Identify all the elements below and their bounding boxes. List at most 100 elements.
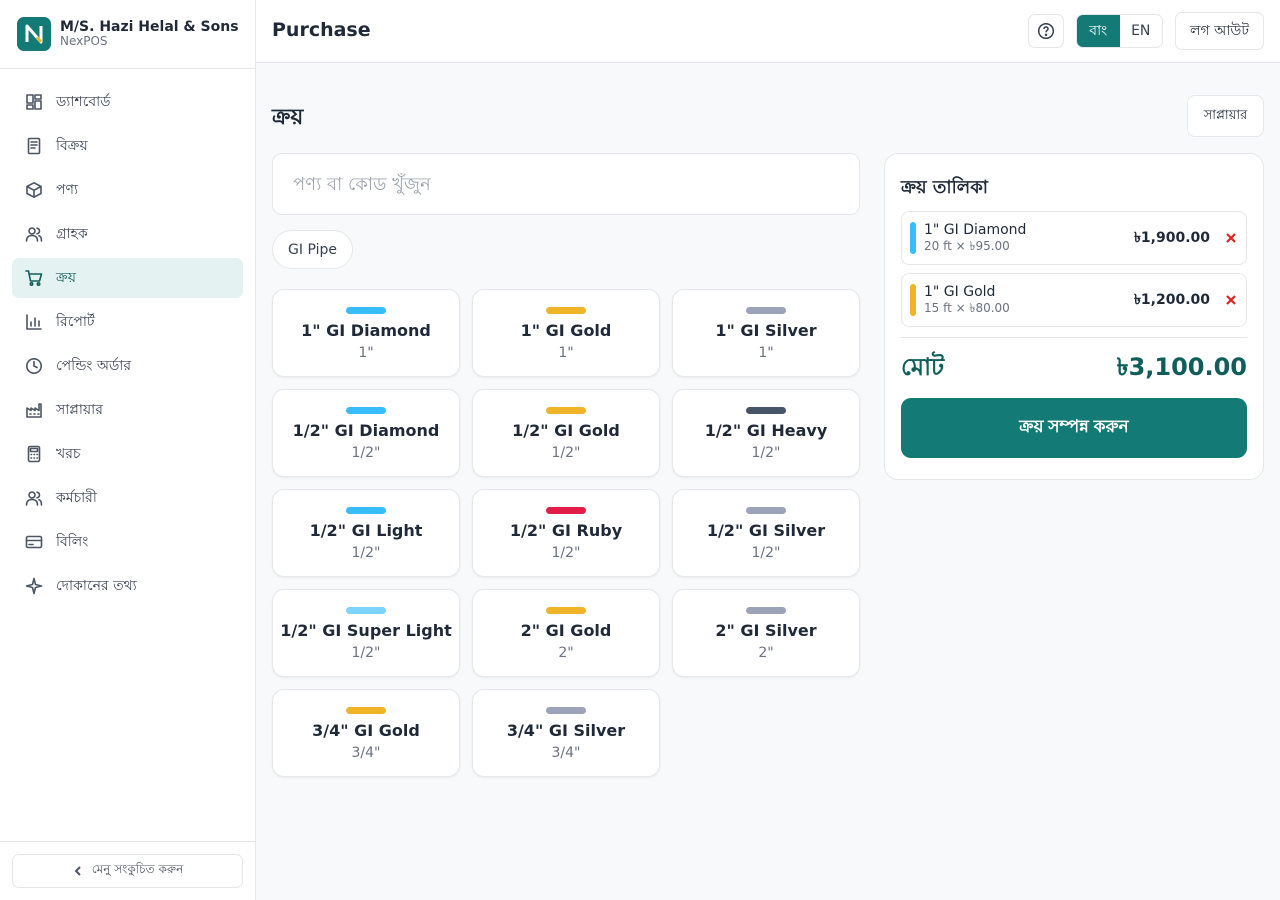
sidebar-footer: মেনু সংকুচিত করুন bbox=[0, 841, 255, 900]
item-detail: 20 ft × ৳95.00 bbox=[924, 239, 1010, 254]
purchase-list-title: ক্রয় তালিকা bbox=[901, 177, 989, 198]
product-card[interactable]: 1" GI Silver 1" bbox=[672, 289, 860, 377]
help-button[interactable] bbox=[1028, 14, 1064, 48]
product-card[interactable]: 1" GI Gold 1" bbox=[472, 289, 660, 377]
product-size: 2" bbox=[558, 645, 574, 661]
product-card[interactable]: 1/2" GI Light 1/2" bbox=[272, 489, 460, 577]
divider bbox=[901, 337, 1247, 338]
sidebar-item-suppliers[interactable]: সাপ্লায়ার bbox=[12, 390, 243, 430]
sidebar-nav: ড্যাশবোর্ড বিক্রয় পণ্য গ্রাহক ক্রয় রিপ… bbox=[0, 69, 255, 606]
collapse-menu-label: মেনু সংকুচিত করুন bbox=[91, 862, 184, 876]
sidebar-item-products[interactable]: পণ্য bbox=[12, 170, 243, 210]
purchase-list: 1" GI Diamond 20 ft × ৳95.00 ৳1,900.00 1… bbox=[901, 211, 1247, 327]
cart-icon bbox=[25, 269, 43, 287]
sidebar-item-label: পণ্য bbox=[56, 182, 79, 198]
sidebar-item-reports[interactable]: রিপোর্ট bbox=[12, 302, 243, 342]
logo-icon bbox=[25, 24, 43, 44]
product-size: 2" bbox=[758, 645, 774, 661]
sidebar-item-label: বিক্রয় bbox=[56, 138, 88, 154]
bar-chart-icon bbox=[25, 313, 43, 331]
product-color-swatch bbox=[546, 407, 586, 414]
product-color-swatch bbox=[346, 407, 386, 414]
product-card[interactable]: 1/2" GI Gold 1/2" bbox=[472, 389, 660, 477]
box-icon bbox=[25, 181, 43, 199]
sidebar-item-label: বিলিং bbox=[56, 534, 89, 550]
sidebar-item-billing[interactable]: বিলিং bbox=[12, 522, 243, 562]
sidebar-item-dashboard[interactable]: ড্যাশবোর্ড bbox=[12, 82, 243, 122]
remove-item-button[interactable] bbox=[1224, 293, 1238, 307]
sidebar-item-pending-orders[interactable]: পেন্ডিং অর্ডার bbox=[12, 346, 243, 386]
dashboard-icon bbox=[25, 93, 43, 111]
product-size: 1" bbox=[558, 345, 574, 361]
logo bbox=[17, 17, 51, 51]
product-card[interactable]: 2" GI Silver 2" bbox=[672, 589, 860, 677]
logout-button[interactable]: লগ আউট bbox=[1175, 12, 1264, 50]
brand-name: M/S. Hazi Helal & Sons bbox=[60, 19, 239, 36]
item-amount: ৳1,900.00 bbox=[1133, 230, 1210, 246]
factory-icon bbox=[25, 401, 43, 419]
product-name: 2" GI Gold bbox=[520, 621, 612, 640]
total-label: মোট bbox=[901, 353, 945, 381]
sidebar-item-label: গ্রাহক bbox=[56, 226, 88, 242]
product-card[interactable]: 1" GI Diamond 1" bbox=[272, 289, 460, 377]
product-card[interactable]: 1/2" GI Super Light 1/2" bbox=[272, 589, 460, 677]
sidebar-item-expenses[interactable]: খরচ bbox=[12, 434, 243, 474]
purchase-list-item[interactable]: 1" GI Gold 15 ft × ৳80.00 ৳1,200.00 bbox=[901, 273, 1247, 327]
product-card[interactable]: 1/2" GI Silver 1/2" bbox=[672, 489, 860, 577]
product-name: 3/4" GI Silver bbox=[506, 721, 626, 740]
product-card[interactable]: 3/4" GI Gold 3/4" bbox=[272, 689, 460, 777]
product-search-input[interactable] bbox=[272, 153, 860, 215]
remove-item-button[interactable] bbox=[1224, 231, 1238, 245]
product-color-swatch bbox=[346, 507, 386, 514]
page-title: ক্রয় bbox=[272, 105, 304, 130]
supplier-button[interactable]: সাপ্লায়ার bbox=[1187, 95, 1264, 137]
product-size: 3/4" bbox=[351, 745, 381, 761]
sidebar-item-label: খরচ bbox=[56, 446, 81, 462]
complete-purchase-button[interactable]: ক্রয় সম্পন্ন করুন bbox=[901, 398, 1247, 458]
product-card[interactable]: 1/2" GI Ruby 1/2" bbox=[472, 489, 660, 577]
sidebar-item-purchase[interactable]: ক্রয় bbox=[12, 258, 243, 298]
product-card[interactable]: 1/2" GI Diamond 1/2" bbox=[272, 389, 460, 477]
product-color-swatch bbox=[346, 707, 386, 714]
product-size: 1/2" bbox=[551, 545, 581, 561]
product-card[interactable]: 2" GI Gold 2" bbox=[472, 589, 660, 677]
product-name: 1/2" GI Light bbox=[309, 521, 423, 540]
category-chip-gi-pipe[interactable]: GI Pipe bbox=[272, 230, 353, 269]
sidebar-item-customers[interactable]: গ্রাহক bbox=[12, 214, 243, 254]
product-name: 1/2" GI Silver bbox=[706, 521, 826, 540]
sidebar-item-label: রিপোর্ট bbox=[56, 314, 95, 330]
product-size: 1" bbox=[758, 345, 774, 361]
brand: M/S. Hazi Helal & Sons NexPOS bbox=[0, 0, 255, 69]
product-color-swatch bbox=[346, 607, 386, 614]
product-size: 3/4" bbox=[551, 745, 581, 761]
language-toggle: বাং EN bbox=[1076, 14, 1163, 48]
product-name: 1/2" GI Ruby bbox=[509, 521, 623, 540]
receipt-icon bbox=[25, 137, 43, 155]
collapse-menu-button[interactable]: মেনু সংকুচিত করুন bbox=[12, 854, 243, 888]
product-size: 1" bbox=[358, 345, 374, 361]
brand-sub: NexPOS bbox=[60, 34, 108, 49]
product-color-swatch bbox=[746, 607, 786, 614]
calculator-icon bbox=[25, 445, 43, 463]
sidebar-item-sales[interactable]: বিক্রয় bbox=[12, 126, 243, 166]
lang-english-button[interactable]: EN bbox=[1120, 15, 1163, 47]
lang-bangla-button[interactable]: বাং bbox=[1077, 15, 1120, 47]
product-card[interactable]: 3/4" GI Silver 3/4" bbox=[472, 689, 660, 777]
purchase-list-panel: ক্রয় তালিকা 1" GI Diamond 20 ft × ৳95.0… bbox=[884, 153, 1264, 480]
clock-icon bbox=[25, 357, 43, 375]
credit-card-icon bbox=[25, 533, 43, 551]
product-name: 1" GI Gold bbox=[520, 321, 612, 340]
product-color-swatch bbox=[546, 707, 586, 714]
product-name: 1/2" GI Super Light bbox=[280, 621, 452, 640]
product-card[interactable]: 1/2" GI Heavy 1/2" bbox=[672, 389, 860, 477]
item-amount: ৳1,200.00 bbox=[1133, 292, 1210, 308]
sparkle-icon bbox=[25, 577, 43, 595]
product-size: 1/2" bbox=[751, 545, 781, 561]
purchase-list-item[interactable]: 1" GI Diamond 20 ft × ৳95.00 ৳1,900.00 bbox=[901, 211, 1247, 265]
team-icon bbox=[25, 489, 43, 507]
product-color-swatch bbox=[746, 507, 786, 514]
product-size: 1/2" bbox=[751, 445, 781, 461]
sidebar-item-employees[interactable]: কর্মচারী bbox=[12, 478, 243, 518]
sidebar-item-shop-info[interactable]: দোকানের তথ্য bbox=[12, 566, 243, 606]
product-name: 1" GI Diamond bbox=[301, 321, 431, 340]
